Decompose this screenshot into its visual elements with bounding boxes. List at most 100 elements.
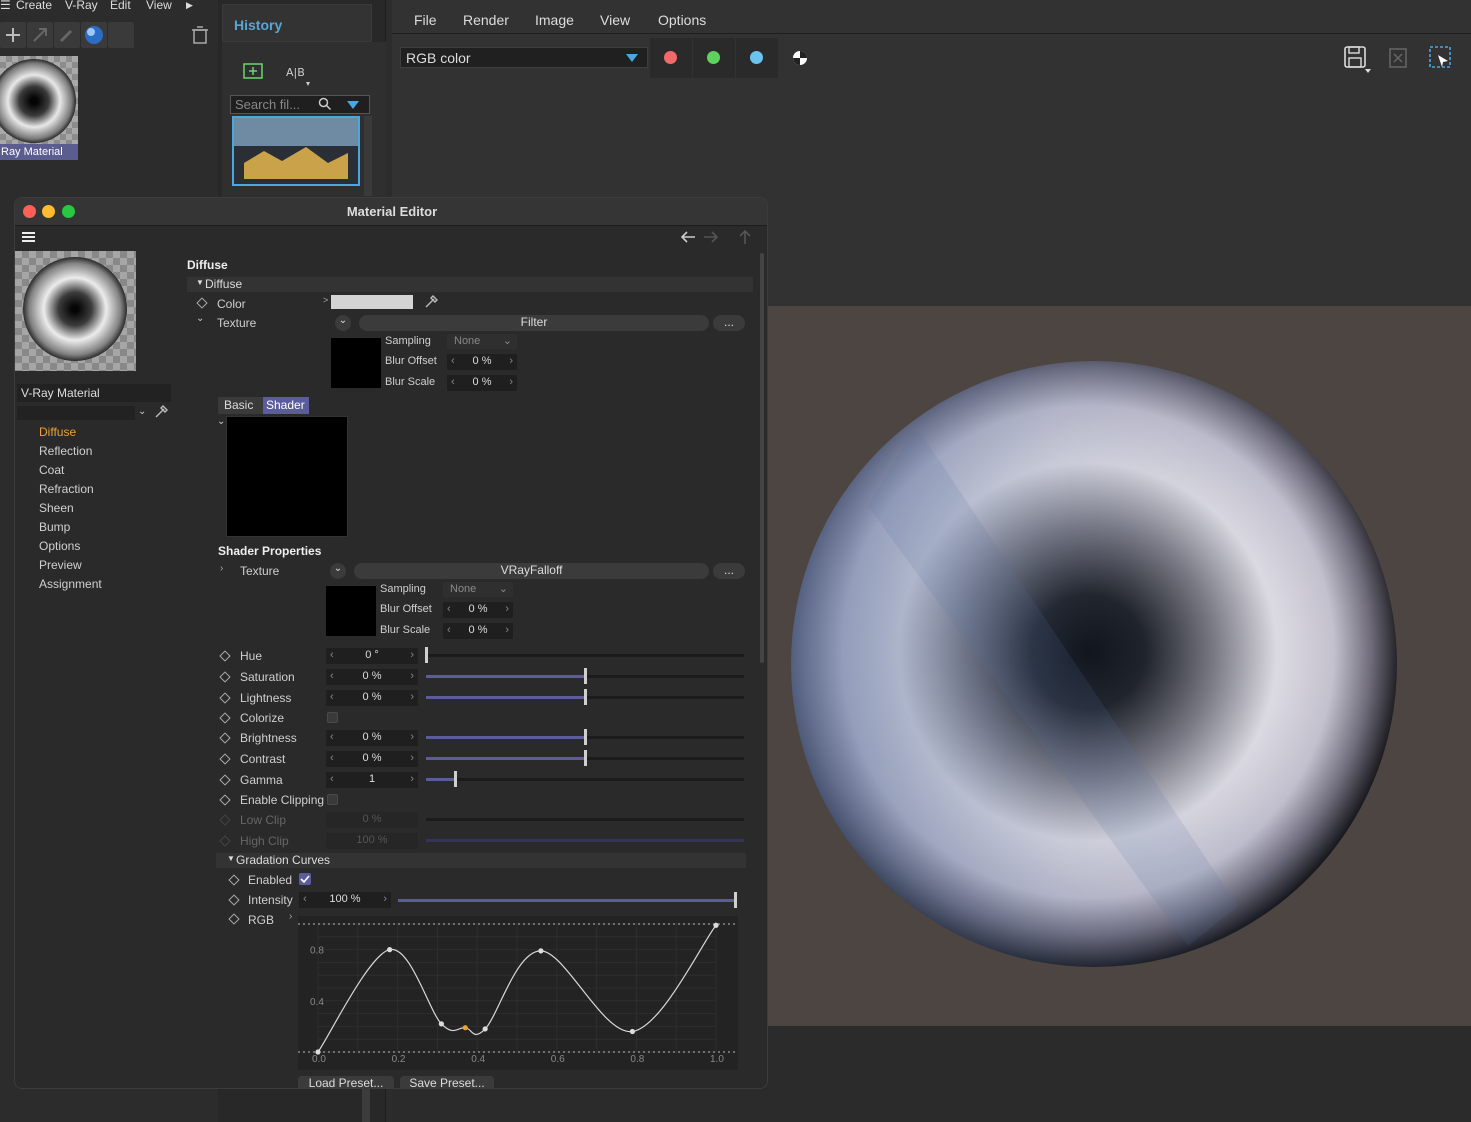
- keyframe-low-clip-icon[interactable]: [219, 814, 231, 826]
- diffuse-group-header[interactable]: ▼ Diffuse: [187, 277, 753, 292]
- red-channel-button[interactable]: [650, 38, 692, 78]
- saturation-slider[interactable]: [426, 668, 744, 684]
- rgb-expand-icon[interactable]: ›: [289, 911, 292, 922]
- sampling-select[interactable]: None ⌄: [447, 334, 517, 349]
- low-clip-slider[interactable]: [426, 818, 744, 821]
- hue-field[interactable]: ‹ 0 ° ›: [326, 648, 418, 664]
- decrement-icon[interactable]: ‹: [330, 691, 334, 703]
- increment-icon[interactable]: ›: [410, 731, 414, 743]
- save-preset-button[interactable]: Save Preset...: [400, 1076, 494, 1088]
- blur-offset-field[interactable]: ‹ 0 % ›: [447, 354, 517, 370]
- shader-name-button[interactable]: VRayFalloff: [354, 563, 709, 579]
- green-channel-button[interactable]: [693, 38, 735, 78]
- pipette-icon[interactable]: [54, 22, 80, 48]
- increment-icon[interactable]: ›: [410, 691, 414, 703]
- material-type-select[interactable]: [17, 406, 135, 420]
- decrement-icon[interactable]: ‹: [330, 773, 334, 785]
- blur-scale-field[interactable]: ‹ 0 % ›: [447, 375, 517, 391]
- decrement-icon[interactable]: ‹: [447, 603, 451, 615]
- keyframe-high-clip-icon[interactable]: [219, 835, 231, 847]
- vp-menu-image[interactable]: Image: [535, 12, 574, 28]
- alpha-channel-icon[interactable]: [792, 50, 808, 69]
- add-snapshot-icon[interactable]: [242, 60, 264, 85]
- region-select-icon[interactable]: [1428, 45, 1454, 74]
- menu-vray[interactable]: V-Ray: [65, 0, 98, 12]
- decrement-icon[interactable]: ‹: [330, 731, 334, 743]
- decrement-icon[interactable]: ‹: [330, 752, 334, 764]
- sphere-icon[interactable]: [81, 22, 107, 48]
- nav-assignment[interactable]: Assignment: [39, 577, 102, 591]
- keyframe-gamma-icon[interactable]: [219, 774, 231, 786]
- nav-options[interactable]: Options: [39, 539, 80, 553]
- gradation-header[interactable]: ▼ Gradation Curves: [216, 853, 746, 868]
- vp-menu-file[interactable]: File: [414, 12, 437, 28]
- high-clip-field[interactable]: 100 %: [326, 833, 418, 849]
- editor-scrollbar[interactable]: [760, 253, 764, 663]
- blue-channel-button[interactable]: [736, 38, 778, 78]
- vp-menu-view[interactable]: View: [600, 12, 630, 28]
- increment-icon[interactable]: ›: [509, 355, 513, 367]
- search-dropdown-icon[interactable]: [346, 99, 360, 113]
- increment-icon[interactable]: ›: [509, 376, 513, 388]
- decrement-icon[interactable]: ‹: [303, 893, 307, 905]
- nav-sheen[interactable]: Sheen: [39, 501, 74, 515]
- low-clip-field[interactable]: 0 %: [326, 812, 418, 828]
- curve-point[interactable]: [713, 922, 719, 928]
- material-name-field[interactable]: V-Ray Material: [17, 384, 171, 402]
- back-icon[interactable]: [679, 229, 697, 248]
- increment-icon[interactable]: ›: [505, 603, 509, 615]
- contrast-field[interactable]: ‹ 0 % ›: [326, 751, 418, 767]
- decrement-icon[interactable]: ‹: [330, 670, 334, 682]
- forward-icon[interactable]: [702, 229, 720, 248]
- history-tab[interactable]: History: [222, 4, 372, 42]
- curve-point[interactable]: [629, 1028, 636, 1035]
- hamburger-icon[interactable]: [21, 230, 37, 247]
- vp-menu-render[interactable]: Render: [463, 12, 509, 28]
- color-swatch[interactable]: [331, 295, 413, 309]
- tab-basic[interactable]: Basic: [218, 397, 263, 414]
- compare-ab-icon[interactable]: A|B: [284, 60, 312, 93]
- keyframe-colorize-icon[interactable]: [219, 712, 231, 724]
- up-icon[interactable]: [737, 228, 753, 249]
- blur-offset2-field[interactable]: ‹ 0 % ›: [443, 602, 513, 618]
- decrement-icon[interactable]: ‹: [451, 376, 455, 388]
- gamma-slider[interactable]: [426, 771, 744, 787]
- keyframe-contrast-icon[interactable]: [219, 753, 231, 765]
- nav-diffuse[interactable]: Diffuse: [39, 425, 76, 439]
- clear-image-icon[interactable]: [1388, 47, 1410, 72]
- chevron-down-icon[interactable]: ⌄: [138, 406, 146, 417]
- keyframe-saturation-icon[interactable]: [219, 671, 231, 683]
- menu-edit[interactable]: Edit: [110, 0, 131, 12]
- texture-collapse-icon[interactable]: ⌄: [196, 313, 204, 324]
- material-thumbnail[interactable]: Ray Material: [0, 56, 78, 160]
- sampling2-select[interactable]: None ⌄: [443, 582, 513, 597]
- hue-slider[interactable]: [425, 647, 744, 663]
- curve-point[interactable]: [538, 948, 544, 954]
- decrement-icon[interactable]: ‹: [330, 649, 334, 661]
- curve-point[interactable]: [387, 947, 393, 953]
- nav-refraction[interactable]: Refraction: [39, 482, 94, 496]
- zoom-button[interactable]: [62, 205, 75, 218]
- filter-button[interactable]: Filter: [359, 315, 709, 331]
- keyframe-enabled-icon[interactable]: [228, 874, 240, 886]
- increment-icon[interactable]: ›: [383, 893, 387, 905]
- curve-point[interactable]: [315, 1049, 321, 1055]
- keyframe-lightness-icon[interactable]: [219, 692, 231, 704]
- keyframe-hue-icon[interactable]: [219, 650, 231, 662]
- tab-shader[interactable]: Shader: [263, 397, 309, 414]
- brightness-field[interactable]: ‹ 0 % ›: [326, 730, 418, 746]
- keyframe-intensity-icon[interactable]: [228, 894, 240, 906]
- hue-slider-knob[interactable]: [425, 647, 428, 663]
- eyedropper-icon[interactable]: [153, 404, 169, 423]
- increment-icon[interactable]: ›: [410, 649, 414, 661]
- lightness-slider-knob[interactable]: [584, 689, 587, 705]
- blur-scale2-field[interactable]: ‹ 0 % ›: [443, 623, 513, 639]
- nav-preview[interactable]: Preview: [39, 558, 82, 572]
- decrement-icon[interactable]: ‹: [447, 624, 451, 636]
- curve-point[interactable]: [482, 1026, 488, 1032]
- nav-bump[interactable]: Bump: [39, 520, 70, 534]
- curve-point[interactable]: [462, 1025, 468, 1031]
- menu-view[interactable]: View: [146, 0, 172, 12]
- brightness-slider[interactable]: [426, 729, 744, 745]
- search-icon[interactable]: [318, 97, 332, 114]
